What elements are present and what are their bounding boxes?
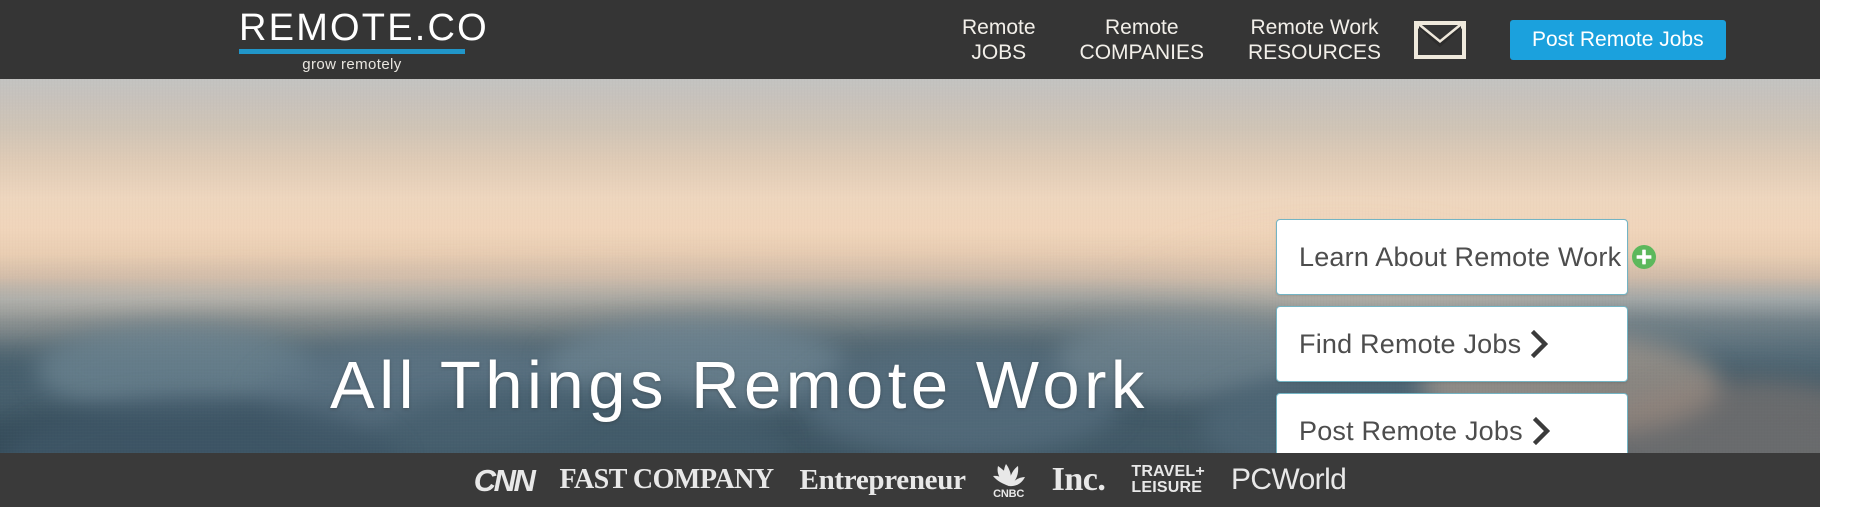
press-logo-pcworld: PCWorld bbox=[1230, 463, 1347, 496]
press-logo-travel-leisure: TRAVEL+ LEISURE bbox=[1131, 464, 1205, 496]
press-logo-travel-leisure-line1: TRAVEL+ bbox=[1131, 463, 1205, 480]
cnbc-peacock-icon bbox=[992, 464, 1025, 487]
newsletter-mail-button[interactable] bbox=[1412, 18, 1468, 62]
press-logo-cnbc: CNBC bbox=[992, 460, 1026, 500]
hero-cta-stack: Learn About Remote Work Find Remote Jobs bbox=[1276, 219, 1657, 453]
site-logo[interactable]: REMOTE.CO grow remotely bbox=[239, 7, 489, 73]
hero-title: All Things Remote Work bbox=[330, 347, 1149, 423]
chevron-right-icon bbox=[1532, 417, 1551, 445]
cta-find-remote-jobs[interactable]: Find Remote Jobs bbox=[1276, 306, 1628, 382]
post-remote-jobs-button[interactable]: Post Remote Jobs bbox=[1510, 20, 1726, 60]
nav-item-line1: Remote bbox=[1105, 15, 1179, 39]
site-header: REMOTE.CO grow remotely Remote JOBS Remo… bbox=[0, 0, 1820, 79]
nav-item-remote-work-resources[interactable]: Remote Work RESOURCES bbox=[1226, 15, 1403, 65]
logo-underline bbox=[239, 49, 465, 54]
cta-post-remote-jobs[interactable]: Post Remote Jobs bbox=[1276, 393, 1628, 453]
press-logo-fast-company: FAST COMPANY bbox=[559, 464, 774, 495]
nav-item-line2: RESOURCES bbox=[1248, 40, 1382, 64]
press-logo-cnbc-label: CNBC bbox=[993, 488, 1025, 500]
press-logo-entrepreneur: Entrepreneur bbox=[799, 463, 966, 496]
chevron-right-icon bbox=[1531, 330, 1549, 358]
envelope-icon bbox=[1414, 21, 1466, 59]
page-root: REMOTE.CO grow remotely Remote JOBS Remo… bbox=[0, 0, 1820, 507]
logo-tagline: grow remotely bbox=[302, 56, 402, 73]
nav-item-line2: JOBS bbox=[971, 40, 1027, 64]
press-logo-bar: CNN FAST COMPANY Entrepreneur CNBC Inc. … bbox=[0, 453, 1820, 507]
nav-item-remote-jobs[interactable]: Remote JOBS bbox=[940, 15, 1058, 65]
press-logo-inc: Inc. bbox=[1051, 461, 1106, 498]
primary-navigation: Remote JOBS Remote COMPANIES Remote Work… bbox=[940, 0, 1403, 79]
nav-item-remote-companies[interactable]: Remote COMPANIES bbox=[1058, 15, 1226, 65]
cta-label: Find Remote Jobs bbox=[1299, 328, 1522, 359]
cta-label: Post Remote Jobs bbox=[1299, 415, 1523, 446]
plus-circle-icon bbox=[1631, 244, 1657, 270]
logo-wordmark: REMOTE.CO bbox=[239, 7, 489, 49]
nav-item-line1: Remote Work bbox=[1250, 15, 1379, 39]
nav-item-line2: COMPANIES bbox=[1079, 40, 1204, 64]
cta-learn-about-remote-work[interactable]: Learn About Remote Work bbox=[1276, 219, 1657, 295]
press-logo-travel-leisure-line2: LEISURE bbox=[1131, 479, 1203, 496]
cta-label: Learn About Remote Work bbox=[1299, 241, 1622, 272]
hero-section: All Things Remote Work Learn About Remot… bbox=[0, 79, 1820, 453]
press-logo-cnn: CNN bbox=[473, 462, 536, 498]
nav-item-line1: Remote bbox=[962, 15, 1036, 39]
